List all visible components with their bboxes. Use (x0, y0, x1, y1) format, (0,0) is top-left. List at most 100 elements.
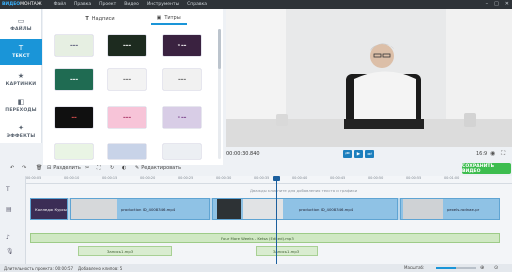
sidebar-item-effects[interactable]: ✦ ЭФФЕКТЫ (0, 119, 42, 145)
title-thumbnail[interactable]: ▬▬▬ (108, 69, 146, 90)
cut-icon[interactable]: ✂ (85, 165, 89, 171)
fullscreen-icon[interactable]: ⛶ (501, 150, 505, 158)
microphone-icon: 🎙 (6, 248, 14, 255)
menu-help[interactable]: Справка (187, 2, 207, 7)
stickers-icon: ★ (17, 72, 25, 80)
library-tabs: T Надписи ▣ Титры (43, 13, 223, 25)
aspect-ratio[interactable]: 16:9 (476, 151, 487, 157)
music-clip[interactable]: Four More Weeks - Ketsa (Edited).mp3 (30, 233, 500, 243)
split-icon: ⊟ (47, 165, 52, 171)
text-icon: T (85, 16, 89, 22)
title-thumbnail[interactable] (55, 144, 93, 159)
sidebar-item-label: КАРТИНКИ (5, 82, 37, 87)
scrollbar-thumb[interactable] (218, 29, 221, 69)
title-thumbnail[interactable]: ▬▬▬ (55, 35, 93, 56)
ruler-tick: 00:00:30 (216, 176, 232, 180)
sidebar-item-files[interactable]: ▭ ФАЙЛЫ (0, 12, 42, 38)
title-thumbnail[interactable]: ▬▬▬ (55, 69, 93, 90)
ruler-tick: 00:00:40 (292, 176, 308, 180)
folder-icon: ▭ (17, 17, 25, 25)
previous-frame-button[interactable]: ⏮ (343, 150, 352, 158)
video-clip[interactable]: Колледж Курсы (30, 198, 68, 220)
preview-panel: 00:00:30.840 ⏮ ▶ ⏭ 16:9 ◉ ⛶ (226, 9, 512, 169)
sidebar-item-stickers[interactable]: ★ КАРТИНКИ (0, 67, 42, 93)
clip-thumbnail (71, 199, 117, 219)
split-button[interactable]: ⊟ Разделить (47, 165, 81, 171)
text-track-hint[interactable]: Дважды кликните для добавления текста и … (250, 188, 357, 193)
fit-icon[interactable]: ⊙ (494, 265, 498, 271)
music-track-icon: ♪ (6, 234, 10, 241)
zoom-slider-fill (436, 267, 456, 269)
timeline-ruler[interactable]: 00:00:05 00:00:10 00:00:15 00:00:20 00:0… (26, 176, 512, 184)
tab-captions[interactable]: T Надписи (79, 13, 120, 25)
sidebar-item-text[interactable]: T ТЕКСТ (0, 39, 42, 65)
minimize-icon[interactable]: – (486, 1, 489, 7)
snapshot-icon[interactable]: ◉ (490, 150, 495, 157)
play-button[interactable]: ▶ (354, 150, 363, 158)
crop-icon[interactable]: ⛶ (97, 165, 101, 171)
undo-icon[interactable]: ↶ (10, 165, 14, 171)
titles-icon: ▣ (156, 15, 162, 21)
ruler-tick: 00:00:35 (254, 176, 270, 180)
recording-clip[interactable]: Запись1.mp3 (78, 246, 172, 256)
sidebar-item-label: ФАЙЛЫ (10, 27, 32, 32)
menu-video[interactable]: Видео (124, 2, 139, 7)
video-clip[interactable]: production ID_4008346.mp4 (70, 198, 210, 220)
title-thumbnail[interactable]: ▬▬▬ (108, 107, 146, 128)
timeline: T ▤ ♪ 🎙 00:00:05 00:00:10 00:00:15 00:00… (0, 176, 512, 264)
sidebar-item-transitions[interactable]: ◧ ПЕРЕХОДЫ (0, 93, 42, 119)
recording-clip[interactable]: Запись1.mp3 (256, 246, 318, 256)
playhead[interactable] (276, 176, 277, 264)
save-video-button[interactable]: СОХРАНИТЬ ВИДЕО (462, 163, 511, 174)
close-icon[interactable]: ✕ (505, 1, 509, 7)
edit-icon: ✎ (135, 165, 140, 171)
menu-file[interactable]: Файл (54, 2, 66, 7)
clip-name: Колледж Курсы (35, 207, 67, 212)
tab-label: Надписи (91, 16, 115, 22)
clip-name: Four More Weeks - Ketsa (Edited).mp3 (221, 236, 294, 241)
sidebar-item-label: ПЕРЕХОДЫ (5, 108, 37, 113)
ruler-tick: 00:00:25 (178, 176, 194, 180)
tab-label: Титры (164, 15, 181, 21)
color-icon[interactable]: ◐ (122, 165, 126, 171)
sidebar-item-label: ЭФФЕКТЫ (6, 134, 36, 139)
library-scrollbar[interactable] (218, 29, 221, 159)
clip-name: production ID_4008346.mp4 (121, 207, 176, 212)
menu-edit[interactable]: Правка (74, 2, 91, 7)
video-preview[interactable] (226, 9, 512, 147)
tab-titles[interactable]: ▣ Титры (150, 13, 187, 25)
delete-icon[interactable]: 🗑 (36, 165, 42, 171)
title-thumbnail[interactable] (108, 144, 146, 159)
clip-thumbnail (243, 199, 283, 219)
video-clip[interactable]: pexels-rodnae-pr (400, 198, 500, 220)
split-label: Разделить (53, 165, 81, 171)
title-thumbnail[interactable]: ▬▬ (55, 107, 93, 128)
video-track: Колледж Курсы production ID_4008346.mp4 … (30, 198, 500, 220)
ruler-tick: 00:00:45 (330, 176, 346, 180)
time-display: 00:00:30.840 (226, 151, 260, 157)
maximize-icon[interactable]: □ (494, 1, 499, 7)
zoom-in-icon[interactable]: ⊕ (480, 265, 484, 271)
title-thumbnail[interactable] (163, 144, 201, 159)
title-thumbnail[interactable]: ✿ ▬▬ (163, 35, 201, 56)
menu-project[interactable]: Проект (99, 2, 116, 7)
text-track-icon: T (6, 186, 10, 193)
zoom-slider[interactable] (436, 267, 476, 269)
playhead-handle[interactable] (273, 176, 280, 181)
next-frame-button[interactable]: ⏭ (365, 150, 374, 158)
title-thumbnail[interactable]: ▬▬▬ (163, 69, 201, 90)
project-duration: Длительность проекта: 00:00:57 (4, 265, 74, 271)
title-thumbnail[interactable]: ❀ ▬▬ (163, 107, 201, 128)
edit-label: Редактировать (141, 165, 182, 171)
edit-button[interactable]: ✎ Редактировать (135, 165, 181, 171)
text-icon: T (18, 44, 24, 52)
title-thumbnail[interactable]: ▬▬▬ (108, 35, 146, 56)
video-clip[interactable]: production ID_4008346.mp4 (212, 198, 398, 220)
ruler-tick: 00:01:00 (444, 176, 460, 180)
redo-icon[interactable]: ↷ (22, 165, 26, 171)
rotate-icon[interactable]: ↻ (110, 165, 114, 171)
clip-thumbnail (403, 199, 443, 219)
menu-tools[interactable]: Инструменты (147, 2, 179, 7)
sidebar: ▭ ФАЙЛЫ T ТЕКСТ ★ КАРТИНКИ ◧ ПЕРЕХОДЫ ✦ … (0, 9, 42, 143)
clip-name: production ID_4008346.mp4 (299, 207, 354, 212)
